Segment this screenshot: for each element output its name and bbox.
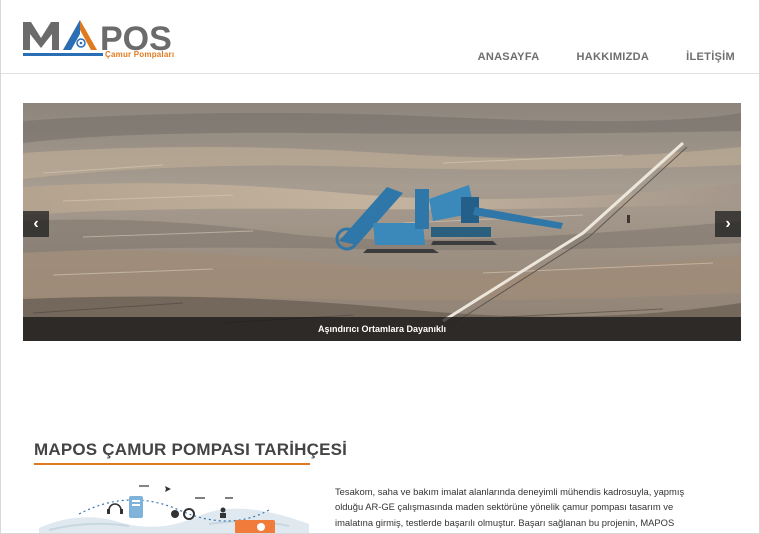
site-header: POS Çamur Pompaları ANASAYFA HAKKIMIZDA … bbox=[1, 0, 759, 74]
nav-item-iletisim[interactable]: İLETİŞİM bbox=[686, 51, 735, 63]
site-logo[interactable]: POS Çamur Pompaları bbox=[23, 16, 205, 64]
slider-caption: Aşındırıcı Ortamlara Dayanıklı bbox=[23, 317, 741, 341]
open-pit-mine-image bbox=[23, 103, 741, 341]
title-underline bbox=[34, 463, 310, 465]
page-frame: POS Çamur Pompaları ANASAYFA HAKKIMIZDA … bbox=[0, 0, 760, 534]
plane-icon bbox=[165, 486, 171, 492]
logo-subtitle: Çamur Pompaları bbox=[105, 50, 175, 59]
nav-item-anasayfa[interactable]: ANASAYFA bbox=[478, 51, 540, 63]
history-paragraph: Tesakom, saha ve bakım imalat alanlarınd… bbox=[335, 486, 685, 528]
hero-slider[interactable]: ‹ › Aşındırıcı Ortamlara Dayanıklı bbox=[23, 103, 741, 341]
main-nav: ANASAYFA HAKKIMIZDA İLETİŞİM bbox=[478, 51, 735, 63]
world-connectivity-illustration bbox=[39, 480, 309, 533]
gear-icon bbox=[183, 508, 195, 520]
chevron-right-icon: › bbox=[725, 215, 731, 232]
headset-icon bbox=[107, 503, 123, 514]
slider-prev-button[interactable]: ‹ bbox=[23, 211, 49, 237]
history-section-title: MAPOS ÇAMUR POMPASI TARİHÇESİ bbox=[34, 440, 348, 459]
slider-next-button[interactable]: › bbox=[715, 211, 741, 237]
chevron-left-icon: ‹ bbox=[33, 215, 39, 232]
nav-item-hakkimizda[interactable]: HAKKIMIZDA bbox=[576, 51, 649, 63]
